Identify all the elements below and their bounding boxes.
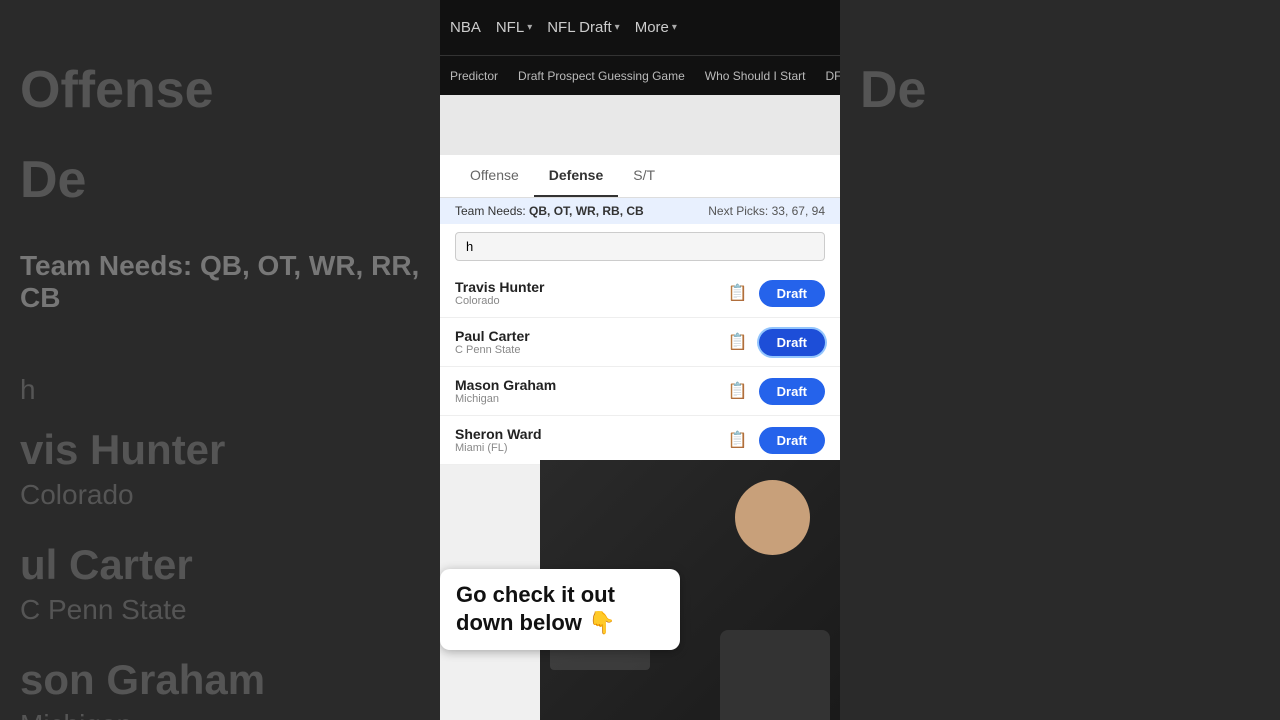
bg-offense-label: Offense <box>20 60 420 120</box>
next-picks-values: 33, 67, 94 <box>772 204 825 218</box>
player-3-name: Mason Graham <box>455 377 717 393</box>
next-picks-text: Next Picks: 33, 67, 94 <box>708 204 825 218</box>
bg-player-1-school: Colorado <box>20 479 420 511</box>
player-3-info: Mason Graham Michigan <box>455 377 717 405</box>
bg-player-1-name: vis Hunter <box>20 426 420 474</box>
player-row-1: Travis Hunter Colorado 📋 Draft <box>440 269 840 318</box>
player-row-3: Mason Graham Michigan 📋 Draft <box>440 367 840 416</box>
bg-search-h: h <box>20 374 420 406</box>
sub-nav-who-should-i-start[interactable]: Who Should I Start <box>705 69 806 83</box>
player-1-draft-button[interactable]: Draft <box>759 280 825 307</box>
nav-nfl-draft-label: NFL Draft <box>547 19 611 36</box>
bg-defense-partial: De <box>20 150 420 210</box>
player-list: Travis Hunter Colorado 📋 Draft Paul Cart… <box>440 269 840 465</box>
bg-team-needs: Team Needs: QB, OT, WR, RR, CB <box>20 250 420 314</box>
player-row-4: Sheron Ward Miami (FL) 📋 Draft <box>440 416 840 465</box>
search-bar <box>440 224 840 269</box>
team-tabs: Offense Defense S/T <box>440 155 840 198</box>
sub-nav-dfs[interactable]: DFS Li... <box>825 69 840 83</box>
player-2-clipboard-icon[interactable]: 📋 <box>727 331 749 353</box>
nav-more[interactable]: More ▾ <box>635 19 677 36</box>
nav-more-label: More <box>635 19 669 36</box>
search-input[interactable] <box>455 232 825 261</box>
player-row-2: Paul Carter C Penn State 📋 Draft <box>440 318 840 367</box>
sub-nav: Predictor Draft Prospect Guessing Game W… <box>440 55 840 95</box>
player-1-clipboard-icon[interactable]: 📋 <box>727 282 749 304</box>
bg-player-2-school: C Penn State <box>20 594 420 626</box>
nav-nfl-draft[interactable]: NFL Draft ▾ <box>547 19 619 36</box>
gray-spacer <box>440 95 840 155</box>
sub-nav-predictor[interactable]: Predictor <box>450 69 498 83</box>
next-picks-label: Next Picks: <box>708 204 768 218</box>
player-3-school: Michigan <box>455 393 717 405</box>
tab-offense[interactable]: Offense <box>455 155 534 197</box>
person-body <box>720 630 830 720</box>
center-phone-panel: NBA NFL ▾ NFL Draft ▾ More ▾ Predictor D… <box>440 0 840 720</box>
nav-bar: NBA NFL ▾ NFL Draft ▾ More ▾ <box>440 0 840 55</box>
nav-nfl-chevron: ▾ <box>527 22 532 33</box>
player-4-info: Sheron Ward Miami (FL) <box>455 426 717 454</box>
team-needs-values: QB, OT, WR, RB, CB <box>529 204 644 218</box>
player-1-info: Travis Hunter Colorado <box>455 279 717 307</box>
nav-nba-label: NBA <box>450 19 481 36</box>
player-2-draft-button[interactable]: Draft <box>759 329 825 356</box>
sub-nav-guessing-game[interactable]: Draft Prospect Guessing Game <box>518 69 685 83</box>
team-info-bar: Team Needs: QB, OT, WR, RB, CB Next Pick… <box>440 198 840 224</box>
player-4-clipboard-icon[interactable]: 📋 <box>727 429 749 451</box>
nav-more-chevron: ▾ <box>672 22 677 33</box>
bg-right-panel: De <box>840 0 1280 720</box>
player-2-name: Paul Carter <box>455 328 717 344</box>
bg-player-2-name: ul Carter <box>20 541 420 589</box>
nav-nfl-label: NFL <box>496 19 524 36</box>
player-4-name: Sheron Ward <box>455 426 717 442</box>
team-needs-label: Team Needs: <box>455 204 526 218</box>
player-4-draft-button[interactable]: Draft <box>759 427 825 454</box>
person-head <box>735 480 810 555</box>
bg-right-def: De <box>860 60 1260 120</box>
speech-line2: down below 👇 <box>456 610 615 635</box>
nav-nba[interactable]: NBA <box>450 19 481 36</box>
speech-text: Go check it out down below 👇 <box>456 581 664 638</box>
tab-defense[interactable]: Defense <box>534 155 618 197</box>
player-3-draft-button[interactable]: Draft <box>759 378 825 405</box>
player-2-school: C Penn State <box>455 344 717 356</box>
player-1-school: Colorado <box>455 295 717 307</box>
bg-player-3-school: Michigan <box>20 709 420 720</box>
player-1-name: Travis Hunter <box>455 279 717 295</box>
nav-nfl[interactable]: NFL ▾ <box>496 19 532 36</box>
speech-bubble: Go check it out down below 👇 <box>440 569 680 650</box>
player-3-clipboard-icon[interactable]: 📋 <box>727 380 749 402</box>
player-4-school: Miami (FL) <box>455 442 717 454</box>
speech-line1: Go check it out <box>456 582 615 607</box>
team-needs-text: Team Needs: QB, OT, WR, RB, CB <box>455 204 644 218</box>
bg-player-3-name: son Graham <box>20 656 420 704</box>
tab-st[interactable]: S/T <box>618 155 670 197</box>
bg-left-panel: Offense De Team Needs: QB, OT, WR, RR, C… <box>0 0 440 720</box>
player-2-info: Paul Carter C Penn State <box>455 328 717 356</box>
nav-nfl-draft-chevron: ▾ <box>615 22 620 33</box>
